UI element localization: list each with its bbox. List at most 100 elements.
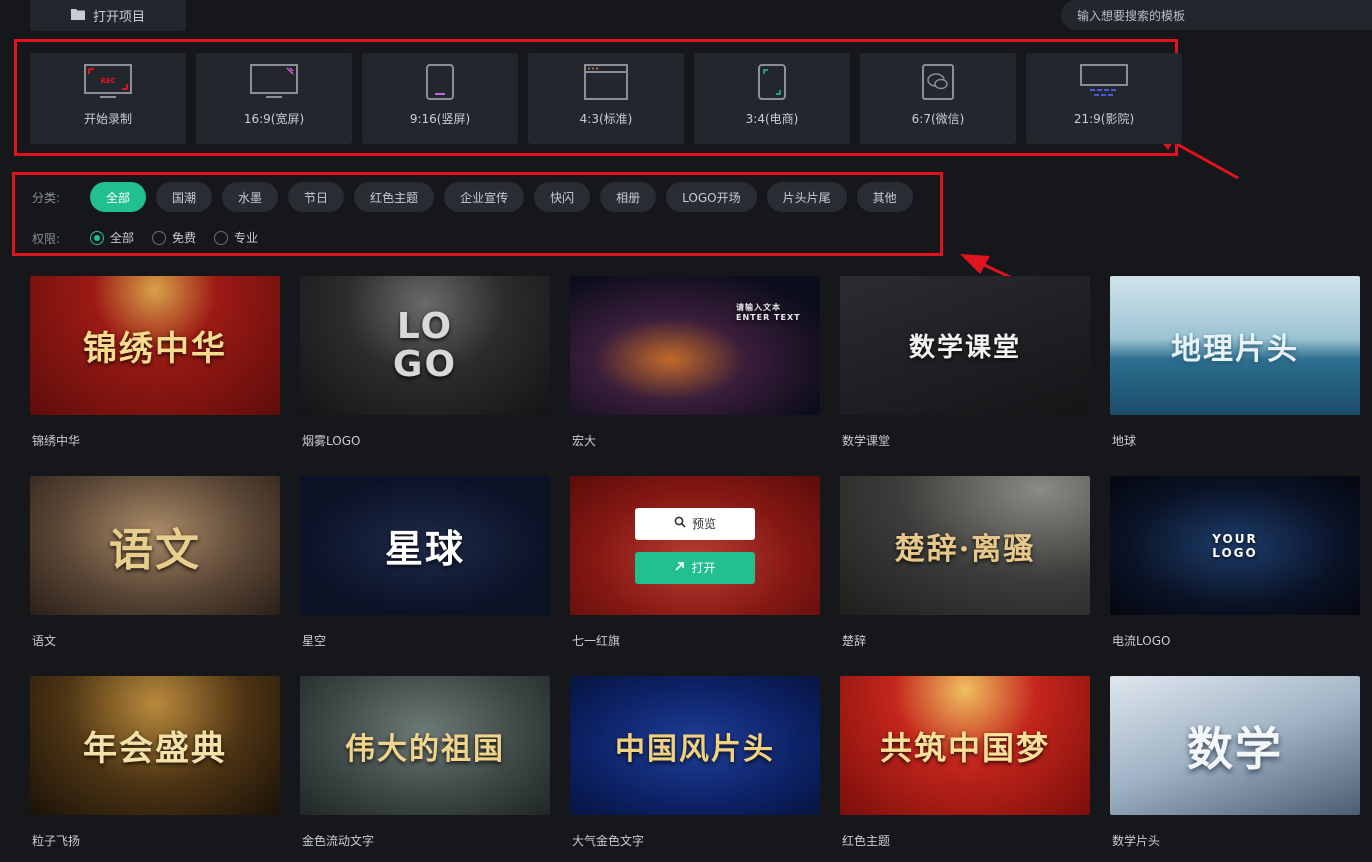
thumbnail-title: LO GO (392, 305, 458, 385)
preview-button[interactable]: 预览 (635, 507, 755, 540)
template-card[interactable]: 楚辞·离骚 楚辞 (840, 476, 1090, 676)
ratio-label: 16:9(宽屏) (243, 112, 305, 126)
permission-radio-group: 全部 免费 专业 (90, 229, 258, 246)
search-icon (674, 516, 686, 531)
open-project-label: 打开项目 (92, 10, 145, 25)
ratio-card-9-16[interactable]: 9:16(竖屏) (362, 53, 518, 144)
template-thumbnail[interactable]: LO GO (300, 276, 550, 415)
template-name: 大气金色文字 (572, 834, 645, 848)
template-name: 数学片头 (1112, 834, 1161, 848)
template-card[interactable]: 预览 打开 七一红旗 (570, 476, 820, 676)
ratio-card-row: REC 开始录制 16:9(宽屏) 9:16(竖屏) 4:3(标准) 3:4(电… (30, 53, 1182, 144)
category-chip-album[interactable]: 相册 (600, 182, 657, 212)
category-chip-corporate[interactable]: 企业宣传 (444, 182, 525, 212)
template-thumbnail[interactable]: 请输入文本 ENTER TEXT (570, 276, 820, 415)
category-chip-other[interactable]: 其他 (856, 182, 913, 212)
template-name: 宏大 (572, 434, 597, 448)
open-template-button[interactable]: 打开 (635, 551, 755, 584)
template-name: 粒子飞扬 (32, 834, 81, 848)
template-thumbnail[interactable]: 伟大的祖国 (300, 676, 550, 815)
template-thumbnail[interactable]: 数学课堂 (840, 276, 1090, 415)
ecommerce-icon (758, 62, 786, 102)
template-thumbnail[interactable]: 地理片头 (1110, 276, 1360, 415)
template-thumbnail[interactable]: 预览 打开 (570, 476, 820, 615)
category-chip-intro-outro[interactable]: 片头片尾 (766, 182, 847, 212)
arrow-up-right-icon (674, 561, 685, 575)
template-name: 金色流动文字 (302, 834, 375, 848)
ratio-card-3-4[interactable]: 3:4(电商) (694, 53, 850, 144)
ratio-card-record[interactable]: REC 开始录制 (30, 53, 186, 144)
record-icon: REC (84, 62, 132, 102)
template-name: 地球 (1112, 434, 1137, 448)
category-chip-guochao[interactable]: 国潮 (156, 182, 213, 212)
permission-radio-pro[interactable]: 专业 (214, 229, 258, 246)
radio-dot (152, 230, 167, 245)
template-card[interactable]: 数学课堂 数学课堂 (840, 276, 1090, 476)
radio-label: 全部 (110, 231, 135, 245)
radio-dot (214, 230, 229, 245)
template-thumbnail[interactable]: 语文 (30, 476, 280, 615)
ratio-card-6-7[interactable]: 6:7(微信) (860, 53, 1016, 144)
ratio-card-21-9[interactable]: 21:9(影院) (1026, 53, 1182, 144)
template-card[interactable]: 共筑中国梦 红色主题 (840, 676, 1090, 862)
template-thumbnail[interactable]: 中国风片头 (570, 676, 820, 815)
thumbnail-title: 楚辞·离骚 (894, 531, 1036, 567)
open-project-button[interactable]: 打开项目 (30, 0, 186, 31)
template-name: 数学课堂 (842, 434, 891, 448)
template-card[interactable]: 年会盛典 粒子飞扬 (30, 676, 280, 862)
folder-icon (70, 8, 85, 24)
permission-radio-free[interactable]: 免费 (152, 229, 196, 246)
template-name: 锦绣中华 (32, 434, 81, 448)
template-card[interactable]: 地理片头 地球 (1110, 276, 1360, 476)
category-chip-flash[interactable]: 快闪 (534, 182, 591, 212)
template-name: 星空 (302, 634, 327, 648)
template-thumbnail[interactable]: 数学 (1110, 676, 1360, 815)
template-search-input[interactable]: 输入想要搜索的模板 (1061, 0, 1372, 30)
thumbnail-title: 语文 (109, 524, 201, 576)
template-thumbnail[interactable]: 星球 (300, 476, 550, 615)
category-chip-logo-intro[interactable]: LOGO开场 (666, 182, 757, 212)
template-thumbnail[interactable]: 锦绣中华 (30, 276, 280, 415)
radio-label: 专业 (234, 231, 259, 245)
ratio-card-16-9[interactable]: 16:9(宽屏) (196, 53, 352, 144)
template-name: 红色主题 (842, 834, 891, 848)
template-name: 语文 (32, 634, 57, 648)
thumbnail-title: 数学 (1187, 721, 1283, 776)
template-card[interactable]: 伟大的祖国 金色流动文字 (300, 676, 550, 862)
category-label: 分类: (32, 191, 61, 205)
template-name: 七一红旗 (572, 634, 621, 648)
template-card[interactable]: 星球 星空 (300, 476, 550, 676)
template-thumbnail[interactable]: 共筑中国梦 (840, 676, 1090, 815)
category-chip-list: 全部 国潮 水墨 节日 红色主题 企业宣传 快闪 相册 LOGO开场 片头片尾 … (90, 182, 913, 212)
category-chip-ink[interactable]: 水墨 (222, 182, 279, 212)
template-card[interactable]: 中国风片头 大气金色文字 (570, 676, 820, 862)
template-thumbnail[interactable]: YOUR LOGO (1110, 476, 1360, 615)
template-name: 烟雾LOGO (302, 434, 361, 448)
ratio-label: 3:4(电商) (745, 112, 799, 126)
ratio-card-4-3[interactable]: 4:3(标准) (528, 53, 684, 144)
ratio-label: 4:3(标准) (579, 112, 633, 126)
permission-radio-all[interactable]: 全部 (90, 229, 134, 246)
template-card[interactable]: YOUR LOGO 电流LOGO (1110, 476, 1360, 676)
template-card[interactable]: 锦绣中华 锦绣中华 (30, 276, 280, 476)
ratio-label: 6:7(微信) (911, 112, 965, 126)
template-thumbnail[interactable]: 楚辞·离骚 (840, 476, 1090, 615)
template-card[interactable]: 数学 数学片头 (1110, 676, 1360, 862)
template-card[interactable]: 请输入文本 ENTER TEXT 宏大 (570, 276, 820, 476)
thumbnail-title: YOUR LOGO (1212, 531, 1258, 560)
preview-label: 预览 (691, 517, 716, 531)
rec-badge: REC (100, 77, 115, 85)
category-chip-all[interactable]: 全部 (90, 182, 147, 212)
widescreen-icon (250, 62, 298, 102)
permission-label: 权限: (32, 232, 61, 246)
radio-label: 免费 (172, 231, 197, 245)
standard-icon (584, 62, 628, 102)
template-card[interactable]: LO GO 烟雾LOGO (300, 276, 550, 476)
thumbnail-title: 锦绣中华 (83, 329, 227, 369)
category-chip-festival[interactable]: 节日 (288, 182, 345, 212)
template-card[interactable]: 语文 语文 (30, 476, 280, 676)
radio-dot (90, 230, 104, 245)
thumbnail-title: 请输入文本 ENTER TEXT (736, 303, 801, 322)
template-thumbnail[interactable]: 年会盛典 (30, 676, 280, 815)
category-chip-red-theme[interactable]: 红色主题 (354, 182, 435, 212)
